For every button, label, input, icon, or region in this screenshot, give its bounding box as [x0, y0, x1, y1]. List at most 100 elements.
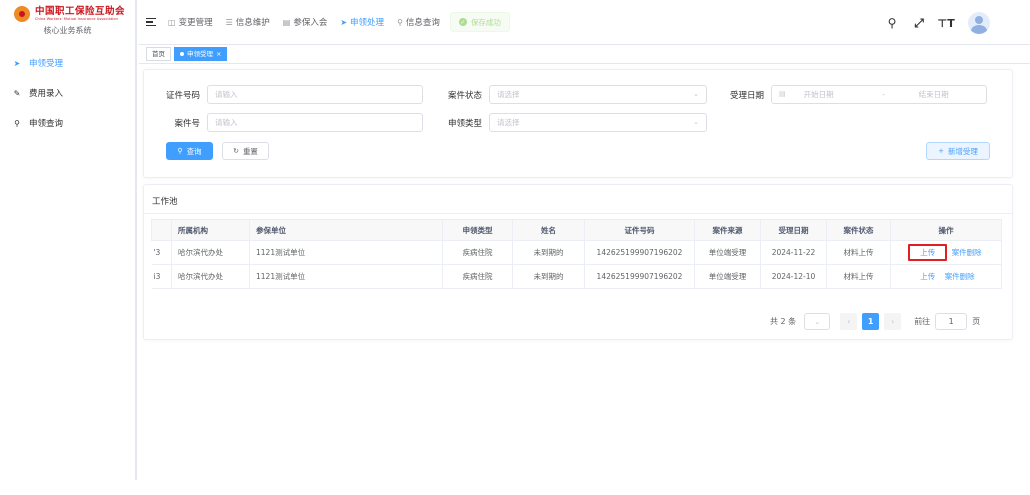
cert-no-input[interactable]: 请输入: [207, 85, 423, 104]
upload-link[interactable]: 上传: [915, 272, 940, 281]
page-number[interactable]: 1: [862, 313, 880, 330]
close-icon[interactable]: ×: [216, 48, 221, 60]
hamburger-icon[interactable]: [146, 17, 156, 27]
cell-cert-no: 142625199907196202: [584, 264, 695, 289]
accept-date-row: 受理日期 ▤ 开始日期 - 结束日期: [718, 85, 987, 104]
chevron-right-icon: ›: [891, 317, 895, 326]
pagination-total: 共 2 条: [770, 317, 797, 326]
calendar-icon: ▤: [779, 90, 786, 98]
nav-item-info-maintain[interactable]: ☰ 信息维护: [225, 16, 270, 29]
cert-no-label: 证件号码: [165, 90, 200, 101]
search-icon[interactable]: ⚲: [885, 16, 899, 30]
org-name-en: China Workers' Mutual Insurance Associat…: [35, 16, 118, 21]
fullscreen-icon[interactable]: ⤢: [912, 16, 926, 30]
divider: [144, 213, 1012, 214]
nav-item-label: 信息查询: [405, 18, 440, 28]
next-page-button[interactable]: ›: [884, 313, 902, 330]
col-cert-no: 证件号码: [584, 219, 695, 241]
end-date-placeholder[interactable]: 结束日期: [904, 86, 964, 103]
pagination: 共 2 条 ⌄ ‹ 1 › 前往 1 页: [770, 313, 980, 330]
claim-type-label: 申领类型: [447, 118, 482, 129]
nav-item-enroll[interactable]: ▤ 参保入会: [282, 16, 328, 29]
cell-operation: 上传 案件删除: [890, 264, 1002, 289]
col-source: 案件来源: [694, 219, 761, 241]
table-row[interactable]: i3 哈尔滨代办处 1121测试单位 疾病住院 未到期的 14262519990…: [151, 264, 1002, 289]
add-accept-button[interactable]: + 新增受理: [926, 142, 990, 160]
search-icon: ⚲: [177, 147, 183, 155]
work-pool-panel: 工作池 所属机构 参保单位 申领类型 姓名 证件号码 案件来源 受理日期 案件状…: [143, 184, 1013, 340]
nav-item-info-query[interactable]: ⚲ 信息查询: [397, 16, 440, 29]
start-date-placeholder[interactable]: 开始日期: [804, 86, 864, 103]
col-operation: 操作: [890, 219, 1002, 241]
reset-button[interactable]: ↻ 重置: [222, 142, 269, 160]
prev-page-button[interactable]: ‹: [840, 313, 858, 330]
cell-source: 单位端受理: [694, 240, 761, 265]
table-row[interactable]: '3 哈尔滨代办处 1121测试单位 疾病住院 未到期的 14262519990…: [151, 240, 1002, 265]
sidebar-item-claim-query[interactable]: ⚲ 申领查询: [0, 108, 135, 138]
accept-date-label: 受理日期: [729, 90, 764, 101]
cell-cert-no: 142625199907196202: [584, 240, 695, 265]
col-index: [151, 219, 172, 241]
case-status-row: 案件状态 请选择 ⌄: [436, 85, 707, 104]
check-circle-icon: ✓: [458, 18, 467, 26]
nav-item-label: 申领处理: [350, 18, 385, 28]
cell-status: 材料上传: [826, 264, 891, 289]
chevron-down-icon: ⌄: [693, 90, 699, 98]
tag-claim-accept[interactable]: 申领受理 ×: [174, 47, 228, 61]
font-size-icon[interactable]: ⊤T: [937, 16, 955, 30]
sidebar-item-claim-accept[interactable]: ➤ 申领受理: [0, 48, 135, 78]
claim-type-row: 申领类型 请选择 ⌄: [436, 113, 707, 132]
nav-item-label: 变更管理: [178, 18, 213, 28]
col-claim-type: 申领类型: [442, 219, 513, 241]
chevron-down-icon: ⌄: [814, 317, 821, 326]
send-icon: ➤: [13, 58, 21, 68]
query-button[interactable]: ⚲ 查询: [166, 142, 213, 160]
cell-date: 2024-11-22: [760, 240, 827, 265]
goto-page-input[interactable]: 1: [935, 313, 968, 330]
page-size-select[interactable]: ⌄: [804, 313, 831, 330]
book-icon: ▤: [282, 17, 291, 27]
top-right-tools: ⚲ ⤢ ⊤T: [885, 12, 990, 34]
case-status-select[interactable]: 请选择 ⌄: [489, 85, 707, 104]
document-icon: ☰: [225, 17, 233, 27]
nav-item-change-mgmt[interactable]: ◫ 变更管理: [168, 16, 213, 29]
col-name: 姓名: [512, 219, 585, 241]
page-suffix: 页: [972, 317, 981, 326]
send-icon: ➤: [340, 17, 348, 27]
cell-org: 哈尔滨代办处: [171, 264, 250, 289]
association-logo-icon: [14, 6, 30, 22]
claim-type-placeholder: 请选择: [497, 118, 520, 127]
nav-item-label: 信息维护: [235, 18, 270, 28]
sidebar-item-label: 申领受理: [29, 59, 64, 69]
cell-unit: 1121测试单位: [249, 240, 443, 265]
cell-source: 单位端受理: [694, 264, 761, 289]
nav-item-label: 参保入会: [293, 18, 328, 28]
case-no-input[interactable]: 请输入: [207, 113, 423, 132]
cell-org: 哈尔滨代办处: [171, 240, 250, 265]
accept-date-range[interactable]: ▤ 开始日期 - 结束日期: [771, 85, 987, 104]
search-icon: ⚲: [14, 118, 20, 128]
plus-icon: +: [938, 147, 944, 155]
case-status-label: 案件状态: [447, 90, 482, 101]
cert-no-row: 证件号码 请输入: [154, 85, 423, 104]
col-date: 受理日期: [760, 219, 827, 241]
cell-name: 未到期的: [512, 240, 585, 265]
cell-operation: 上传 案件删除: [890, 240, 1002, 265]
sidebar-item-fee-entry[interactable]: ✎ 费用录入: [0, 78, 135, 108]
delete-case-link[interactable]: 案件删除: [950, 248, 984, 257]
search-icon: ⚲: [397, 17, 403, 27]
reset-button-label: 重置: [242, 146, 258, 156]
work-pool-table: 所属机构 参保单位 申领类型 姓名 证件号码 案件来源 受理日期 案件状态 操作…: [151, 219, 1002, 289]
chevron-down-icon: ⌄: [693, 118, 699, 126]
avatar[interactable]: [968, 12, 990, 34]
upload-link[interactable]: 上传: [908, 244, 948, 261]
monitor-icon: ◫: [168, 17, 176, 27]
col-unit: 参保单位: [249, 219, 443, 241]
cell-claim-type: 疾病住院: [442, 240, 513, 265]
logo[interactable]: 中国职工保险互助会 China Workers' Mutual Insuranc…: [0, 0, 135, 22]
claim-type-select[interactable]: 请选择 ⌄: [489, 113, 707, 132]
delete-case-link[interactable]: 案件删除: [943, 272, 977, 281]
tag-home[interactable]: 首页: [146, 47, 171, 61]
nav-item-claim-process[interactable]: ➤ 申领处理: [340, 16, 385, 29]
cell-status: 材料上传: [826, 240, 891, 265]
